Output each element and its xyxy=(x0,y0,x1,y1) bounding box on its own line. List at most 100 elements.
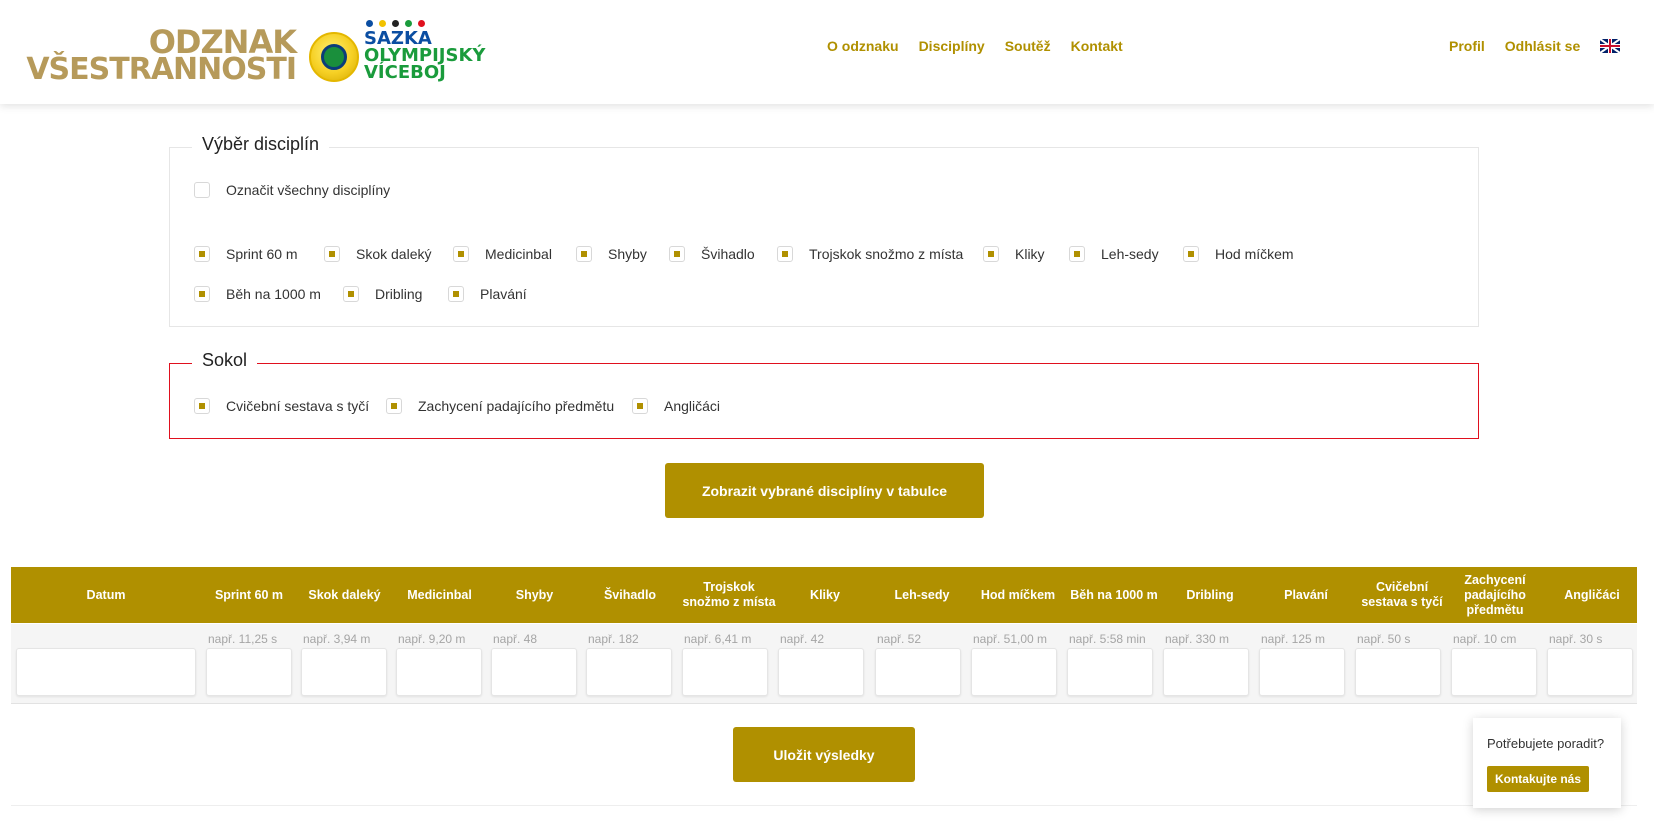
checkbox-checked[interactable] xyxy=(669,246,685,262)
th-shyby: Shyby xyxy=(515,587,554,602)
nav-profil[interactable]: Profil xyxy=(1449,38,1485,54)
hint-sprint: např. 11,25 s xyxy=(208,632,278,646)
sokol-zachyceni[interactable]: Zachycení padajícího předmětu xyxy=(386,398,614,414)
cell-datum xyxy=(16,624,196,704)
hint-leh-sedy: např. 52 xyxy=(877,632,922,646)
checkbox-checked[interactable] xyxy=(194,398,210,414)
th-hod-mickem: Hod míčkem xyxy=(980,587,1056,602)
discipline-plavani[interactable]: Plavání xyxy=(448,286,527,302)
input-trojskok[interactable] xyxy=(682,648,768,696)
checkbox-checked[interactable] xyxy=(343,286,359,302)
nav-odhlasit[interactable]: Odhlásit se xyxy=(1505,38,1580,54)
sokol-label: Cvičební sestava s tyčí xyxy=(226,398,370,414)
checkbox-checked[interactable] xyxy=(1069,246,1085,262)
input-beh[interactable] xyxy=(1067,648,1153,696)
hint-anglicaci: např. 30 s xyxy=(1549,632,1603,646)
input-skok[interactable] xyxy=(301,648,387,696)
th-zachyceni: Zachycení padajícího předmětu xyxy=(1464,572,1526,617)
help-question: Potřebujete poradit? xyxy=(1487,736,1605,751)
th-plavani: Plavání xyxy=(1284,587,1328,602)
input-shyby[interactable] xyxy=(491,648,577,696)
sokol-label: Angličáci xyxy=(664,398,721,414)
discipline-kliky[interactable]: Kliky xyxy=(983,246,1045,262)
input-hod-mickem[interactable] xyxy=(971,648,1057,696)
checkbox-checked[interactable] xyxy=(194,286,210,302)
hint-kliky: např. 42 xyxy=(780,632,825,646)
input-sprint[interactable] xyxy=(206,648,292,696)
input-medicinbal[interactable] xyxy=(396,648,482,696)
checkbox-checked[interactable] xyxy=(1183,246,1199,262)
input-plavani[interactable] xyxy=(1259,648,1345,696)
input-svihadlo[interactable] xyxy=(586,648,672,696)
help-widget: Potřebujete poradit? Kontakujte nás xyxy=(1473,718,1621,808)
cell-svihadlo: např. 182 xyxy=(586,624,672,704)
discipline-dribling[interactable]: Dribling xyxy=(343,286,422,302)
checkbox-checked[interactable] xyxy=(324,246,340,262)
cell-leh-sedy: např. 52 xyxy=(875,624,961,704)
disciplines-fieldset: Výběr disciplín Označit všechny disciplí… xyxy=(169,134,1479,327)
uk-flag-icon[interactable] xyxy=(1600,39,1621,53)
th-cvicebni: Cvičební sestava s tyčí xyxy=(1361,580,1443,609)
sazka-coin-icon xyxy=(309,32,359,82)
checkbox-checked[interactable] xyxy=(453,246,469,262)
th-dribling: Dribling xyxy=(1186,587,1234,602)
hint-svihadlo: např. 182 xyxy=(588,632,639,646)
checkbox-checked[interactable] xyxy=(983,246,999,262)
sokol-cvicebni-sestava[interactable]: Cvičební sestava s tyčí xyxy=(194,398,369,414)
input-datum[interactable] xyxy=(16,648,196,696)
discipline-beh[interactable]: Běh na 1000 m xyxy=(194,286,321,302)
sokol-fieldset: Sokol Cvičební sestava s tyčí Zachycení … xyxy=(169,350,1479,439)
input-zachyceni[interactable] xyxy=(1451,648,1537,696)
discipline-label: Dribling xyxy=(375,286,423,302)
checkbox-checked[interactable] xyxy=(386,398,402,414)
select-all-label: Označit všechny disciplíny xyxy=(226,182,391,198)
hint-hod-mickem: např. 51,00 m xyxy=(973,632,1048,646)
sokol-anglicaci[interactable]: Angličáci xyxy=(632,398,720,414)
logo-brand: SAZKA OLYMPIJSKÝ VÍCEBOJ xyxy=(364,30,485,83)
input-cvicebni[interactable] xyxy=(1355,648,1441,696)
discipline-medicinbal[interactable]: Medicinbal xyxy=(453,246,552,262)
checkbox-checked[interactable] xyxy=(777,246,793,262)
nav-o-odznaku[interactable]: O odznaku xyxy=(827,38,899,54)
discipline-leh-sedy[interactable]: Leh-sedy xyxy=(1069,246,1159,262)
user-nav: Profil Odhlásit se xyxy=(1449,38,1621,54)
contact-us-button[interactable]: Kontakujte nás xyxy=(1487,766,1589,792)
cell-hod-mickem: např. 51,00 m xyxy=(971,624,1057,704)
cell-cvicebni: např. 50 s xyxy=(1355,624,1441,704)
logo-wordmark: ODZNAK VŠESTRANNOSTI xyxy=(26,26,297,87)
discipline-hod-mickem[interactable]: Hod míčkem xyxy=(1183,246,1294,262)
th-beh: Běh na 1000 m xyxy=(1070,587,1158,602)
checkbox-checked[interactable] xyxy=(576,246,592,262)
checkbox-checked[interactable] xyxy=(632,398,648,414)
discipline-trojskok[interactable]: Trojskok snožmo z místa xyxy=(777,246,963,262)
input-kliky[interactable] xyxy=(778,648,864,696)
checkbox[interactable] xyxy=(194,182,210,198)
input-leh-sedy[interactable] xyxy=(875,648,961,696)
olympic-dots-icon xyxy=(366,20,425,27)
hint-cvicebni: např. 50 s xyxy=(1357,632,1411,646)
checkbox-checked[interactable] xyxy=(194,246,210,262)
th-kliky: Kliky xyxy=(810,587,840,602)
discipline-shyby[interactable]: Shyby xyxy=(576,246,647,262)
nav-soutez[interactable]: Soutěž xyxy=(1005,38,1051,54)
cell-beh: např. 5:58 min xyxy=(1067,624,1153,704)
discipline-label: Shyby xyxy=(608,246,647,262)
logo-brand-3: VÍCEBOJ xyxy=(364,62,446,83)
logo-line-2: VŠESTRANNOSTI xyxy=(26,52,297,87)
hint-plavani: např. 125 m xyxy=(1261,632,1326,646)
nav-discipliny[interactable]: Disciplíny xyxy=(919,38,985,54)
discipline-svihadlo[interactable]: Švihadlo xyxy=(669,246,755,262)
th-svihadlo: Švihadlo xyxy=(603,587,657,602)
input-anglicaci[interactable] xyxy=(1547,648,1633,696)
discipline-sprint[interactable]: Sprint 60 m xyxy=(194,246,298,262)
input-dribling[interactable] xyxy=(1163,648,1249,696)
save-results-button[interactable]: Uložit výsledky xyxy=(733,727,915,782)
show-selected-button[interactable]: Zobrazit vybrané disciplíny v tabulce xyxy=(665,463,984,518)
cell-medicinbal: např. 9,20 m xyxy=(396,624,482,704)
nav-kontakt[interactable]: Kontakt xyxy=(1071,38,1123,54)
discipline-skok[interactable]: Skok daleký xyxy=(324,246,431,262)
discipline-label: Sprint 60 m xyxy=(226,246,298,262)
cell-sprint: např. 11,25 s xyxy=(206,624,292,704)
checkbox-checked[interactable] xyxy=(448,286,464,302)
select-all-checkbox[interactable]: Označit všechny disciplíny xyxy=(194,182,390,198)
